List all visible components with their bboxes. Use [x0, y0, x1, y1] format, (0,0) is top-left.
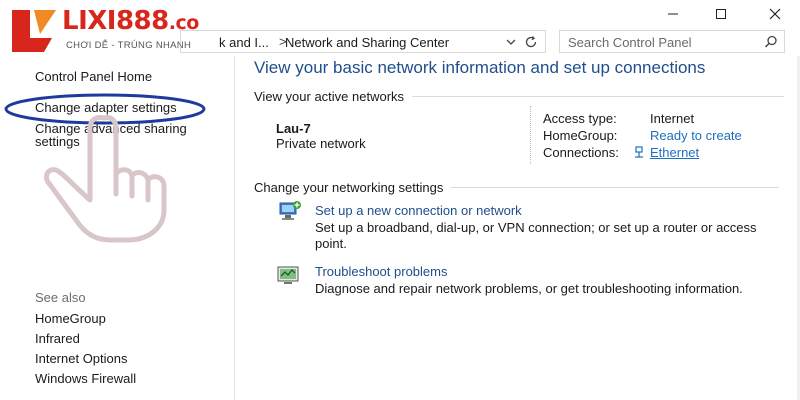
- network-info-divider: [530, 106, 531, 164]
- close-button[interactable]: [752, 0, 798, 28]
- logo-name: LIXI888: [62, 6, 169, 36]
- maximize-icon: [716, 9, 726, 19]
- change-settings-heading: Change your networking settings: [254, 180, 780, 195]
- new-connection-icon: [279, 201, 301, 220]
- active-networks-heading-text: View your active networks: [254, 89, 405, 104]
- connections-label: Connections:: [543, 145, 619, 160]
- close-icon: [769, 8, 781, 20]
- sidebar-item-infrared[interactable]: Infrared: [35, 330, 80, 347]
- search-box[interactable]: Search Control Panel: [559, 30, 785, 53]
- breadcrumb-parent[interactable]: k and I...: [219, 35, 269, 50]
- address-bar[interactable]: k and I... > Network and Sharing Center: [180, 30, 546, 53]
- ethernet-connection-link[interactable]: Ethernet: [650, 145, 699, 160]
- logo-tld: .co: [168, 12, 200, 34]
- page-title: View your basic network information and …: [254, 58, 706, 77]
- search-input[interactable]: Search Control Panel: [568, 35, 692, 50]
- troubleshoot-icon: [277, 266, 299, 284]
- sidebar-item-internet-options[interactable]: Internet Options: [35, 350, 128, 367]
- minimize-button[interactable]: [650, 0, 696, 28]
- section-rule: [451, 187, 780, 188]
- homegroup-label: HomeGroup:: [543, 128, 618, 143]
- sidebar-item-homegroup[interactable]: HomeGroup: [35, 310, 106, 327]
- active-networks-heading: View your active networks: [254, 89, 785, 104]
- change-settings-heading-text: Change your networking settings: [254, 180, 444, 195]
- sidebar-item-control-panel-home[interactable]: Control Panel Home: [35, 68, 152, 85]
- refresh-icon[interactable]: [523, 34, 539, 50]
- network-name: Lau-7: [276, 121, 311, 136]
- section-rule: [412, 96, 785, 97]
- pointing-hand-icon: [43, 115, 167, 243]
- sidebar-item-windows-firewall[interactable]: Windows Firewall: [35, 370, 136, 387]
- troubleshoot-link[interactable]: Troubleshoot problems: [315, 264, 447, 279]
- chevron-down-icon[interactable]: [503, 35, 519, 49]
- brand-logo: LIXI888.co CHƠI DỄ - TRÚNG NHANH: [6, 4, 216, 60]
- pane-divider: [234, 56, 235, 400]
- setup-connection-description: Set up a broadband, dial-up, or VPN conn…: [315, 220, 757, 251]
- access-type-label: Access type:: [543, 111, 617, 126]
- homegroup-link[interactable]: Ready to create: [650, 128, 742, 143]
- see-also-heading: See also: [35, 290, 86, 305]
- network-category: Private network: [276, 136, 366, 151]
- ethernet-icon[interactable]: [632, 146, 646, 160]
- maximize-button[interactable]: [698, 0, 744, 28]
- logo-mark-icon: [12, 10, 56, 52]
- minimize-icon: [668, 13, 678, 15]
- troubleshoot-description: Diagnose and repair network problems, or…: [315, 281, 743, 296]
- setup-connection-link[interactable]: Set up a new connection or network: [315, 203, 522, 218]
- breadcrumb-current[interactable]: Network and Sharing Center: [285, 35, 449, 50]
- logo-wordmark: LIXI888.co: [62, 6, 199, 36]
- logo-tagline: CHƠI DỄ - TRÚNG NHANH: [66, 40, 192, 51]
- search-icon[interactable]: [764, 35, 778, 49]
- access-type-value: Internet: [650, 111, 695, 126]
